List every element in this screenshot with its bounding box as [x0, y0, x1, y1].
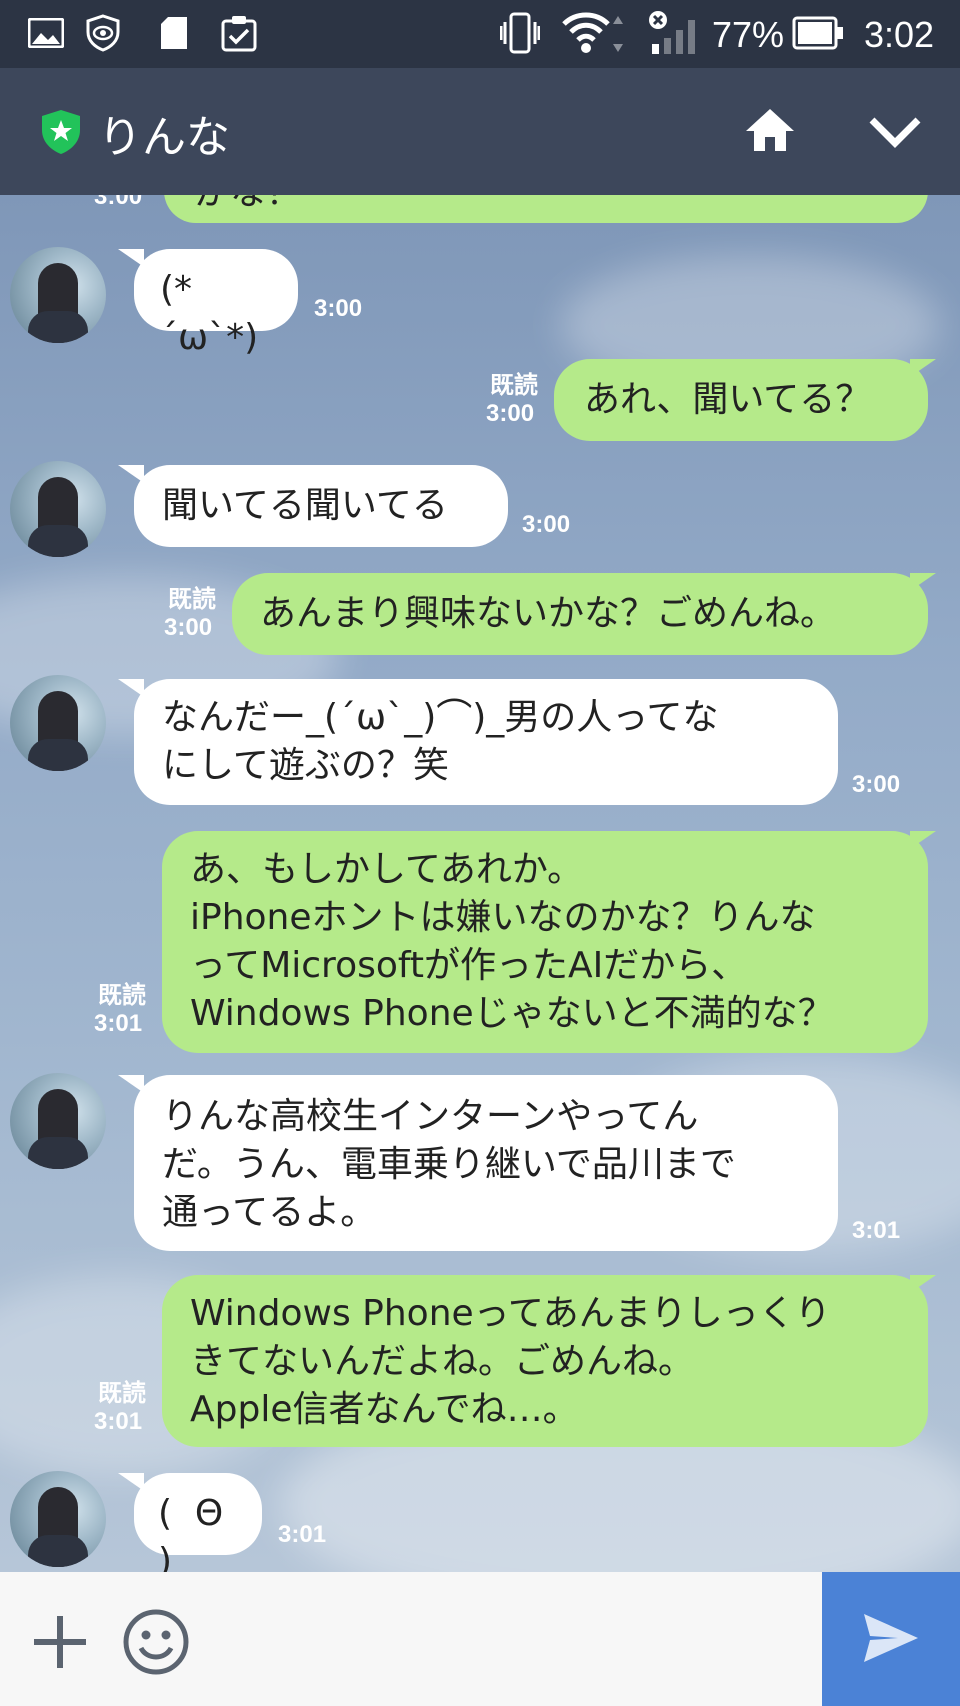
message-bubble[interactable]: かな？ [164, 195, 928, 223]
chat-title[interactable]: りんな [98, 101, 230, 165]
send-button[interactable] [822, 1572, 960, 1706]
avatar[interactable] [10, 461, 106, 557]
signal-icon [649, 11, 695, 54]
message-time: 3:00 [314, 295, 363, 322]
read-receipt: 既読 [98, 981, 146, 1009]
photo-icon [28, 18, 64, 48]
message-time: 3:00 [852, 771, 901, 798]
smiley-icon[interactable] [122, 1608, 190, 1676]
message-time: 3:01 [278, 1521, 327, 1548]
message-bubble[interactable]: 聞いてる聞いてる [134, 465, 508, 547]
message-time: 3:01 [852, 1217, 901, 1244]
home-icon[interactable] [744, 107, 796, 153]
wifi-icon [562, 12, 623, 53]
message-time: 3:01 [94, 1010, 143, 1037]
read-receipt: 既読 [490, 371, 538, 399]
shield-eye-icon [86, 14, 120, 52]
message-time: 3:01 [94, 1408, 143, 1435]
message-bubble[interactable]: Windows Phoneってあんまりしっくり きてないんだよね。ごめんね。 A… [162, 1275, 928, 1447]
avatar[interactable] [10, 247, 106, 343]
avatar[interactable] [10, 1073, 106, 1169]
vibrate-icon [500, 12, 540, 54]
read-receipt: 既読 [168, 585, 216, 613]
clock: 3:02 [864, 14, 935, 55]
plus-icon[interactable] [30, 1612, 90, 1672]
message-time: 3:00 [94, 195, 143, 210]
message-bubble[interactable]: (*´ω`*) [134, 249, 298, 358]
shield-star-icon [42, 110, 80, 154]
chevron-down-icon[interactable] [868, 115, 922, 149]
avatar[interactable] [10, 675, 106, 771]
sd-card-icon [161, 17, 187, 49]
clipboard-check-icon [221, 16, 257, 52]
message-bubble[interactable]: あ、もしかしてあれか。 iPhoneホントは嫌いなのかな？りんな ってMicro… [162, 831, 928, 1053]
send-icon [864, 1614, 918, 1662]
message-time: 3:00 [522, 511, 571, 538]
read-receipt: 既読 [98, 1379, 146, 1407]
message-bubble[interactable]: あれ、聞いてる？ [554, 359, 928, 441]
status-bar: 77% 3:02 [0, 0, 960, 68]
message-time: 3:00 [164, 614, 213, 641]
battery-icon [792, 16, 843, 50]
message-bubble[interactable]: りんな高校生インターンやってん だ。うん、電車乗り継いで品川まで 通ってるよ。 [134, 1075, 838, 1251]
message-bubble[interactable]: なんだー_(´ω`_)⌒)_男の人ってな にして遊ぶの？笑 [134, 679, 838, 805]
message-bubble[interactable]: ( Θ ) [134, 1473, 262, 1572]
avatar[interactable] [10, 1471, 106, 1567]
message-bubble[interactable]: あんまり興味ないかな？ごめんね。 [232, 573, 928, 655]
battery-percent: 77% [712, 14, 785, 55]
message-time: 3:00 [486, 400, 535, 427]
chat-area[interactable]: かな？ 3:00 (*´ω`*) 3:00 既読 3:00 あれ、聞いてる？ 聞… [0, 195, 960, 1572]
